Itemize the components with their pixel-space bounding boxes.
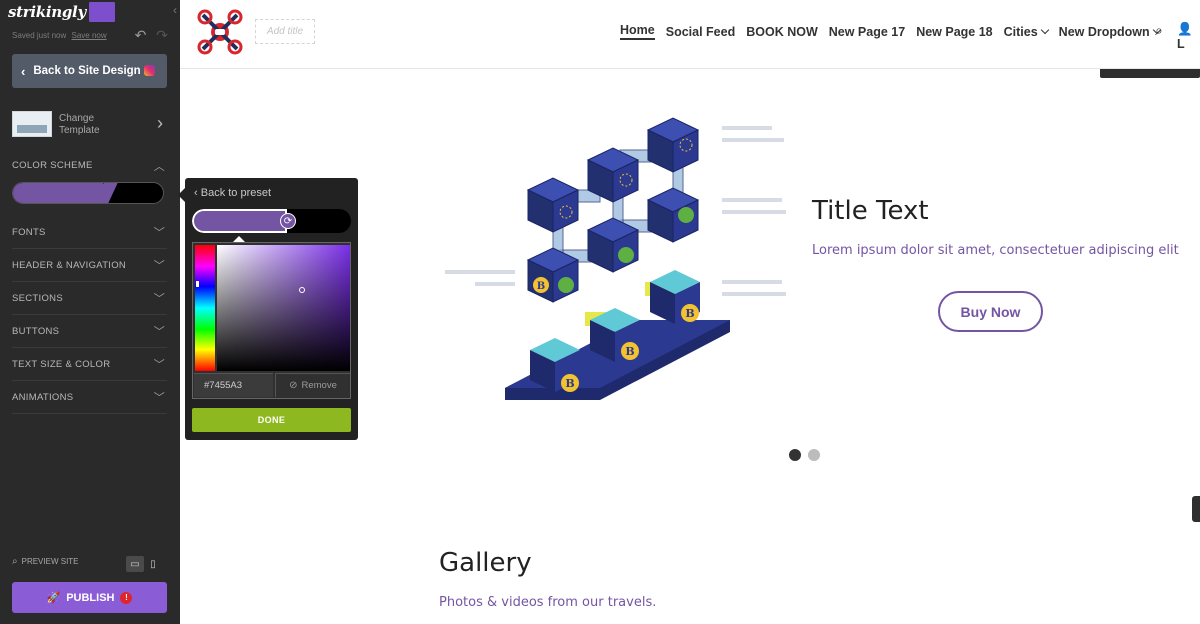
- search-icon: ⌕: [12, 556, 18, 567]
- user-icon: 👤: [1177, 22, 1193, 36]
- nav-book-now[interactable]: BOOK NOW: [746, 25, 818, 39]
- brand-badge: [88, 2, 115, 22]
- section-label: COLOR SCHEME: [12, 160, 93, 171]
- svg-text:B: B: [565, 377, 574, 390]
- section-animations[interactable]: ANIMATIONS ﹀: [12, 381, 167, 414]
- back-to-preset-label: Back to preset: [200, 187, 272, 199]
- alert-badge: !: [120, 591, 133, 604]
- color-cursor[interactable]: [299, 287, 305, 293]
- change-template-label: Change Template: [59, 113, 100, 136]
- gallery-title[interactable]: Gallery: [439, 548, 532, 578]
- publish-button[interactable]: 🚀 PUBLISH !: [12, 582, 167, 613]
- ban-icon: ⊘: [289, 380, 298, 391]
- preview-label: PREVIEW SITE: [21, 557, 79, 566]
- desktop-icon[interactable]: ▭: [126, 556, 144, 572]
- selected-color-swatch[interactable]: [192, 209, 287, 233]
- search-icon[interactable]: ⌕: [1155, 22, 1163, 39]
- undo-icon[interactable]: ↶: [135, 27, 147, 43]
- chevron-down-icon: ﹀: [153, 227, 165, 239]
- add-title-field[interactable]: Add title: [255, 19, 315, 44]
- svg-text:B: B: [625, 345, 634, 358]
- preview-site-link[interactable]: ⌕ PREVIEW SITE: [12, 556, 79, 567]
- chevron-left-icon: ‹: [194, 187, 198, 199]
- save-status: Saved just now Save now: [12, 31, 107, 40]
- svg-text:B: B: [537, 281, 545, 292]
- svg-text:B: B: [685, 307, 694, 320]
- section-label: SECTIONS: [12, 292, 63, 304]
- collapse-sidebar-icon[interactable]: ‹: [173, 3, 177, 17]
- chevron-down-icon: ﹀: [153, 293, 165, 305]
- primary-color-swatch: [13, 183, 103, 203]
- brand-logo: strikingly: [8, 1, 115, 23]
- section-buttons[interactable]: BUTTONS ﹀: [12, 315, 167, 348]
- instagram-icon: [144, 65, 155, 76]
- chevron-down-icon: ﹀: [153, 359, 165, 371]
- hero-title[interactable]: Title Text: [812, 196, 929, 226]
- hue-slider[interactable]: [195, 245, 215, 371]
- saturation-area[interactable]: [217, 245, 350, 371]
- mobile-icon[interactable]: ▯: [144, 556, 162, 572]
- nav-new-page-17[interactable]: New Page 17: [829, 25, 905, 39]
- slide-dot-2[interactable]: [808, 449, 820, 461]
- remove-label: Remove: [301, 380, 337, 391]
- template-thumbnail: [12, 111, 52, 137]
- back-button-label: Back to Site Design: [33, 65, 141, 77]
- publish-label: PUBLISH: [66, 591, 115, 604]
- section-label: ANIMATIONS: [12, 391, 74, 403]
- device-toggle: ▭ ▯: [126, 556, 162, 572]
- remove-color-button[interactable]: ⊘ Remove: [275, 373, 350, 397]
- site-header: Add title Home Social Feed BOOK NOW New …: [180, 0, 1200, 69]
- redo-icon[interactable]: ↷: [156, 27, 168, 43]
- undo-redo: ↶ ↷: [129, 27, 168, 44]
- nav-home[interactable]: Home: [620, 23, 655, 40]
- chevron-down-icon: ﹀: [153, 326, 165, 338]
- section-fonts[interactable]: FONTS ﹀: [12, 216, 167, 249]
- color-picker-panel: #7455A3 ⊘ Remove: [192, 242, 351, 399]
- section-label: BUTTONS: [12, 325, 60, 337]
- gallery-subtitle[interactable]: Photos & videos from our travels.: [439, 595, 656, 610]
- blockchain-illustration: B B B B: [445, 117, 786, 400]
- chevron-up-icon: ︿: [153, 160, 165, 173]
- brand-name: strikingly: [8, 3, 86, 21]
- picker-color-swatch[interactable]: ⟳: [192, 209, 351, 233]
- save-now-link[interactable]: Save now: [72, 31, 107, 40]
- site-navigation: Home Social Feed BOOK NOW New Page 17 Ne…: [620, 23, 1171, 40]
- section-edit-tab[interactable]: [1100, 69, 1200, 78]
- change-template-row[interactable]: Change Template ›: [12, 110, 167, 140]
- buy-now-button[interactable]: Buy Now: [938, 291, 1043, 332]
- slide-dot-1[interactable]: [789, 449, 801, 461]
- section-label: HEADER & NAVIGATION: [12, 259, 127, 271]
- done-button[interactable]: DONE: [192, 408, 351, 432]
- hex-input[interactable]: #7455A3: [194, 373, 273, 397]
- editor-sidebar: strikingly ‹ Saved just now Save now ↶ ↷…: [0, 0, 180, 624]
- chevron-down-icon: ﹀: [153, 260, 165, 272]
- chevron-left-icon: ‹: [21, 63, 26, 79]
- user-initial: L: [1177, 37, 1185, 51]
- nav-social-feed[interactable]: Social Feed: [666, 25, 735, 39]
- section-text-size-color[interactable]: TEXT SIZE & COLOR ﹀: [12, 348, 167, 381]
- side-edit-tab[interactable]: [1192, 496, 1200, 522]
- back-to-preset-link[interactable]: ‹ Back to preset: [194, 187, 271, 199]
- hero-subtitle[interactable]: Lorem ipsum dolor sit amet, consectetuer…: [812, 243, 1179, 258]
- chevron-down-icon: ﹀: [153, 392, 165, 404]
- color-scheme-swatch[interactable]: [12, 182, 164, 204]
- back-to-site-design-button[interactable]: ‹ Back to Site Design: [12, 54, 167, 88]
- swap-colors-icon[interactable]: ⟳: [280, 213, 296, 229]
- nav-new-dropdown[interactable]: New Dropdown: [1059, 25, 1160, 39]
- rocket-icon: 🚀: [46, 592, 61, 604]
- nav-new-page-18[interactable]: New Page 18: [916, 25, 992, 39]
- saved-text: Saved just now: [12, 31, 67, 40]
- section-sections[interactable]: SECTIONS ﹀: [12, 282, 167, 315]
- drone-logo-icon[interactable]: [197, 9, 243, 55]
- color-picker-popover: ‹ Back to preset ⟳ #7455A3 ⊘ Remove DONE: [178, 178, 358, 440]
- nav-cities-dropdown[interactable]: Cities: [1004, 25, 1048, 39]
- section-header-navigation[interactable]: HEADER & NAVIGATION ﹀: [12, 249, 167, 282]
- section-label: TEXT SIZE & COLOR: [12, 358, 111, 370]
- hue-handle[interactable]: [196, 281, 199, 287]
- slider-pagination: [789, 449, 827, 461]
- chevron-right-icon: ›: [157, 113, 163, 133]
- section-label: FONTS: [12, 226, 46, 238]
- user-menu[interactable]: 👤L: [1177, 22, 1200, 51]
- section-color-scheme[interactable]: COLOR SCHEME ︿: [12, 149, 167, 182]
